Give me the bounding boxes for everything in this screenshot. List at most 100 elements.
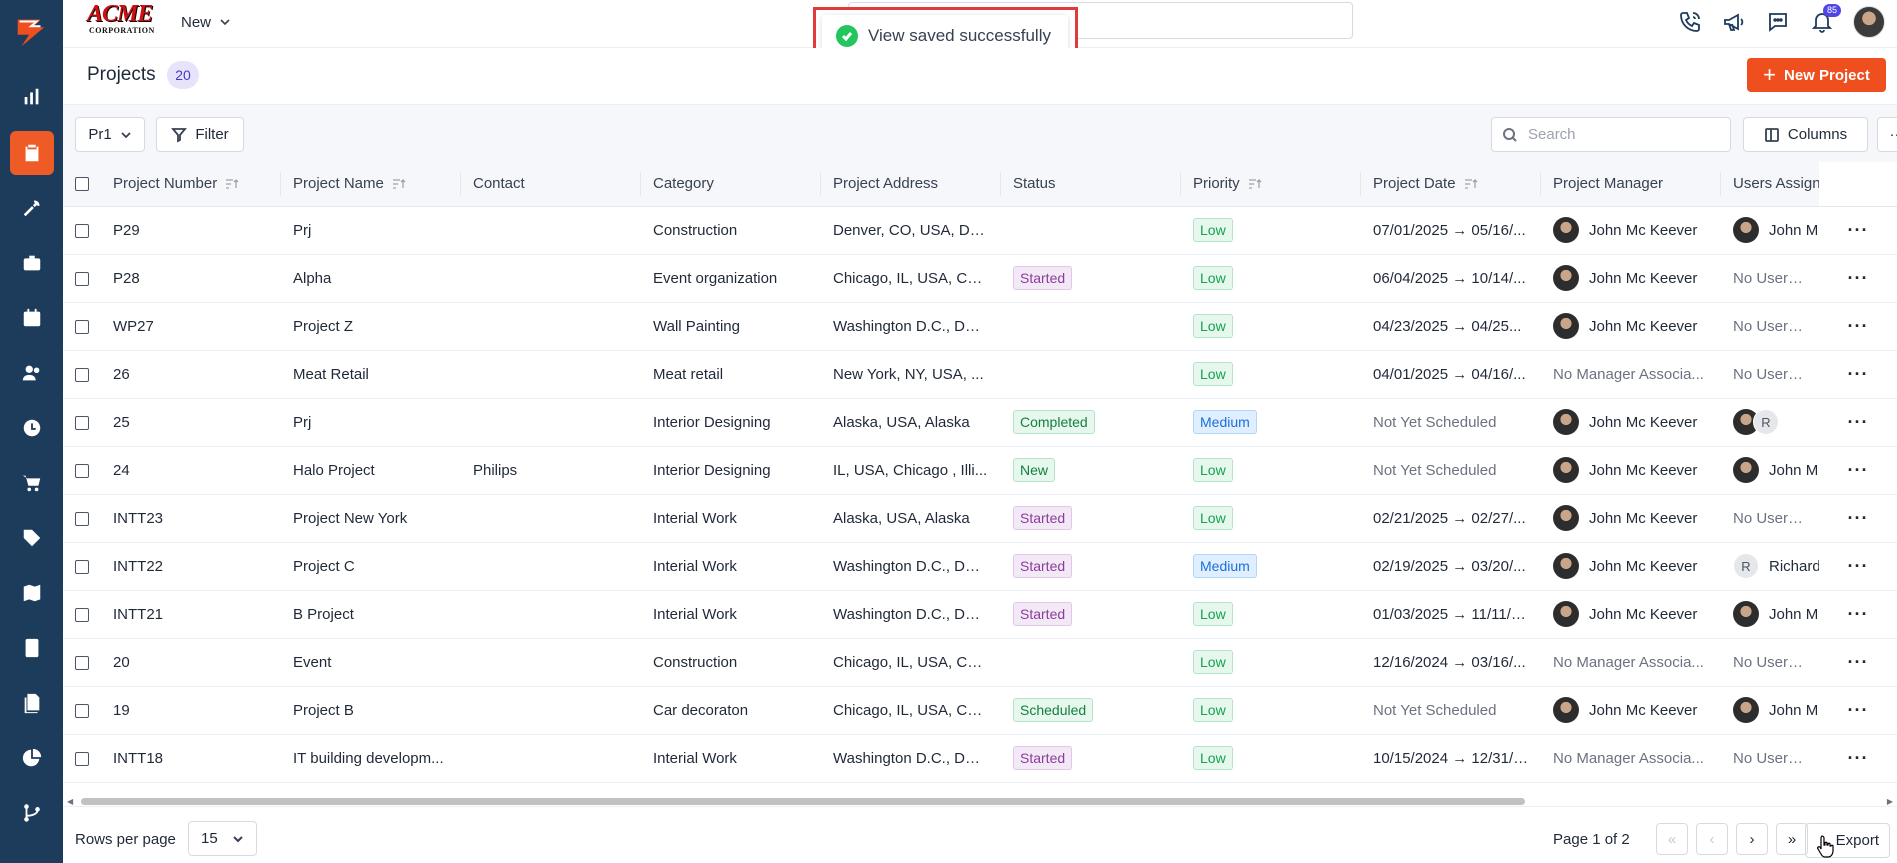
column-project-name[interactable]: Project Name bbox=[281, 162, 461, 207]
sort-icon[interactable] bbox=[392, 178, 406, 190]
project-name[interactable]: Project C bbox=[281, 542, 461, 591]
table-row[interactable]: WP27 Project Z Wall Painting Washington … bbox=[63, 302, 1897, 351]
row-checkbox[interactable] bbox=[75, 463, 89, 478]
table-row[interactable]: INTT23 Project New York Interial Work Al… bbox=[63, 494, 1897, 543]
table-row[interactable]: 26 Meat Retail Meat retail New York, NY,… bbox=[63, 350, 1897, 399]
row-checkbox[interactable] bbox=[75, 367, 89, 382]
new-dropdown[interactable]: New bbox=[181, 10, 231, 34]
last-page-button[interactable]: » bbox=[1776, 823, 1808, 855]
notifications-button[interactable]: 85 bbox=[1809, 4, 1841, 35]
sort-icon[interactable] bbox=[225, 178, 239, 190]
sidebar-item-jobs[interactable] bbox=[0, 240, 63, 286]
table-row[interactable]: P29 Prj Construction Denver, CO, USA, De… bbox=[63, 206, 1897, 255]
sidebar-item-calculator[interactable] bbox=[0, 625, 63, 671]
sidebar-item-projects[interactable] bbox=[0, 130, 63, 176]
phone-button[interactable] bbox=[1677, 9, 1703, 35]
row-checkbox[interactable] bbox=[75, 607, 89, 622]
project-name[interactable]: Project Z bbox=[281, 302, 461, 351]
column-priority[interactable]: Priority bbox=[1181, 162, 1361, 207]
next-page-button[interactable]: › bbox=[1736, 823, 1768, 855]
row-checkbox[interactable] bbox=[75, 319, 89, 334]
new-project-button[interactable]: + New Project bbox=[1747, 58, 1886, 92]
table-row[interactable]: 24 Halo Project Philips Interior Designi… bbox=[63, 446, 1897, 495]
project-name[interactable]: Project B bbox=[281, 686, 461, 735]
user-avatar[interactable] bbox=[1853, 6, 1885, 38]
first-page-button[interactable]: « bbox=[1656, 823, 1688, 855]
column-project-address[interactable]: Project Address bbox=[821, 162, 1001, 207]
row-actions-button[interactable]: ··· bbox=[1819, 446, 1897, 495]
row-actions-button[interactable]: ··· bbox=[1819, 206, 1897, 255]
scroll-left-icon[interactable]: ◀ bbox=[67, 797, 73, 806]
table-row[interactable]: 20 Event Construction Chicago, IL, USA, … bbox=[63, 638, 1897, 687]
table-row[interactable]: P28 Alpha Event organization Chicago, IL… bbox=[63, 254, 1897, 303]
announcements-button[interactable] bbox=[1721, 9, 1747, 35]
column-project-manager[interactable]: Project Manager bbox=[1541, 162, 1721, 207]
column-contact[interactable]: Contact bbox=[461, 162, 641, 207]
filter-button[interactable]: Filter bbox=[156, 117, 244, 152]
project-name[interactable]: B Project bbox=[281, 590, 461, 639]
row-actions-button[interactable]: ··· bbox=[1819, 734, 1897, 783]
column-project-date[interactable]: Project Date bbox=[1361, 162, 1541, 207]
columns-button[interactable]: Columns bbox=[1743, 117, 1868, 152]
project-name[interactable]: Alpha bbox=[281, 254, 461, 303]
row-actions-button[interactable]: ··· bbox=[1819, 254, 1897, 303]
column-category[interactable]: Category bbox=[641, 162, 821, 207]
row-checkbox[interactable] bbox=[75, 271, 89, 286]
toolbar-more-button[interactable]: ··· bbox=[1877, 117, 1897, 152]
row-actions-button[interactable]: ··· bbox=[1819, 350, 1897, 399]
column-status[interactable]: Status bbox=[1001, 162, 1181, 207]
sort-icon[interactable] bbox=[1248, 178, 1262, 190]
row-checkbox[interactable] bbox=[75, 415, 89, 430]
sidebar-item-workflow[interactable] bbox=[0, 790, 63, 836]
sidebar-item-tools[interactable] bbox=[0, 185, 63, 231]
project-name[interactable]: Prj bbox=[281, 398, 461, 447]
row-actions-button[interactable]: ··· bbox=[1819, 398, 1897, 447]
project-name[interactable]: Halo Project bbox=[281, 446, 461, 495]
sidebar-item-map[interactable] bbox=[0, 570, 63, 616]
project-name[interactable]: Project New York bbox=[281, 494, 461, 543]
search-input[interactable] bbox=[1528, 126, 1718, 143]
sort-icon[interactable] bbox=[1464, 178, 1478, 190]
table-row[interactable]: 25 Prj Interior Designing Alaska, USA, A… bbox=[63, 398, 1897, 447]
row-actions-button[interactable]: ··· bbox=[1819, 542, 1897, 591]
horizontal-scrollbar[interactable]: ◀ ▶ bbox=[63, 796, 1897, 806]
sidebar-item-shop[interactable] bbox=[0, 460, 63, 506]
table-row[interactable]: INTT21 B Project Interial Work Washingto… bbox=[63, 590, 1897, 639]
sidebar-item-reports[interactable] bbox=[0, 735, 63, 781]
project-name[interactable]: IT building developm... bbox=[281, 734, 461, 783]
row-actions-button[interactable]: ··· bbox=[1819, 686, 1897, 735]
row-checkbox[interactable] bbox=[75, 511, 89, 526]
row-checkbox[interactable] bbox=[75, 559, 89, 574]
row-actions-button[interactable]: ··· bbox=[1819, 638, 1897, 687]
scroll-right-icon[interactable]: ▶ bbox=[1887, 797, 1893, 806]
sidebar-item-contacts[interactable] bbox=[0, 350, 63, 396]
scrollbar-thumb[interactable] bbox=[81, 798, 1525, 805]
table-row[interactable]: 19 Project B Car decoraton Chicago, IL, … bbox=[63, 686, 1897, 735]
row-actions-button[interactable]: ··· bbox=[1819, 494, 1897, 543]
row-checkbox[interactable] bbox=[75, 703, 89, 718]
previous-page-button[interactable]: ‹ bbox=[1696, 823, 1728, 855]
row-checkbox[interactable] bbox=[75, 655, 89, 670]
column-users-assigned[interactable]: Users Assign bbox=[1721, 162, 1819, 207]
sidebar-item-dashboard[interactable] bbox=[0, 74, 63, 120]
sidebar-item-tags[interactable] bbox=[0, 515, 63, 561]
rows-per-page-select[interactable]: 15 bbox=[188, 821, 257, 856]
table-search[interactable] bbox=[1491, 117, 1731, 152]
sidebar-item-calendar[interactable] bbox=[0, 295, 63, 341]
project-name[interactable]: Event bbox=[281, 638, 461, 687]
project-name[interactable]: Meat Retail bbox=[281, 350, 461, 399]
table-row[interactable]: INTT22 Project C Interial Work Washingto… bbox=[63, 542, 1897, 591]
column-project-number[interactable]: Project Number bbox=[101, 162, 281, 207]
view-selector[interactable]: Pr1 bbox=[75, 117, 145, 152]
app-logo[interactable] bbox=[8, 8, 54, 54]
chat-button[interactable] bbox=[1765, 9, 1791, 35]
select-all-checkbox[interactable] bbox=[75, 177, 89, 192]
row-checkbox[interactable] bbox=[75, 751, 89, 766]
row-actions-button[interactable]: ··· bbox=[1819, 590, 1897, 639]
table-row[interactable]: INTT18 IT building developm... Interial … bbox=[63, 734, 1897, 783]
row-checkbox[interactable] bbox=[75, 223, 89, 238]
project-name[interactable]: Prj bbox=[281, 206, 461, 255]
row-actions-button[interactable]: ··· bbox=[1819, 302, 1897, 351]
sidebar-item-documents[interactable] bbox=[0, 680, 63, 726]
sidebar-item-time[interactable] bbox=[0, 405, 63, 451]
